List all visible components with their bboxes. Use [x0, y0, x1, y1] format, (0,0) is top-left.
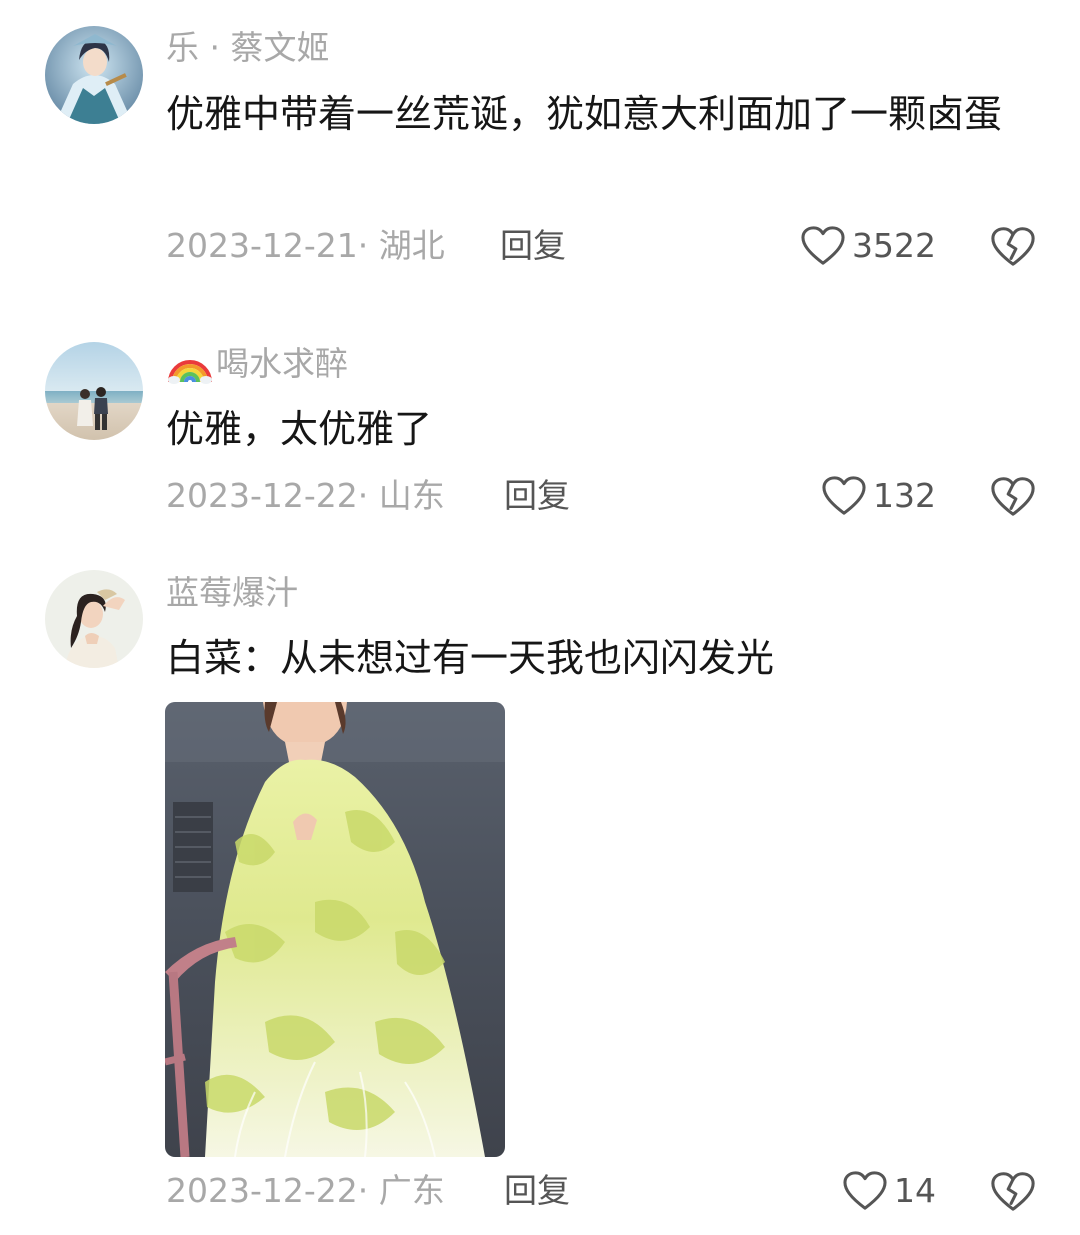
avatar[interactable]: [45, 26, 143, 124]
comment-meta: 2023-12-22· 山东 回复 132: [166, 472, 1036, 520]
username[interactable]: 乐 · 蔡文姬: [166, 28, 329, 68]
comment-text: 优雅中带着一丝荒诞，犹如意大利面加了一颗卤蛋: [166, 92, 1003, 136]
comment-meta: 2023-12-21· 湖北 回复 3522: [166, 222, 1036, 270]
broken-heart-icon[interactable]: [990, 1168, 1036, 1214]
avatar[interactable]: [45, 570, 143, 668]
comment-text: 白菜：从未想过有一天我也闪闪发光: [166, 636, 775, 680]
username-text: 喝水求醉: [216, 344, 348, 383]
username[interactable]: 喝水求醉: [166, 344, 348, 384]
like-count: 14: [894, 1171, 936, 1210]
like-button[interactable]: 3522: [800, 222, 936, 270]
avatar-image: [45, 26, 143, 124]
rainbow-icon: [168, 360, 212, 384]
username[interactable]: 蓝莓爆汁: [166, 573, 298, 613]
avatar-image: [45, 570, 143, 668]
date-location: 2023-12-21· 湖北: [166, 226, 445, 265]
comment-feed: 乐 · 蔡文姬 优雅中带着一丝荒诞，犹如意大利面加了一颗卤蛋 2023-12-2…: [0, 0, 1080, 1235]
heart-outline-icon: [843, 1171, 887, 1210]
reply-button[interactable]: 回复: [504, 1167, 570, 1215]
like-button[interactable]: 132: [821, 472, 936, 520]
comment-image[interactable]: [165, 702, 505, 1157]
like-button[interactable]: 14: [842, 1167, 936, 1215]
heart-outline-icon: [801, 226, 845, 265]
avatar-image: [45, 342, 143, 440]
broken-heart-icon[interactable]: [990, 473, 1036, 519]
date-location: 2023-12-22· 山东: [166, 476, 445, 515]
comment-text: 优雅，太优雅了: [166, 407, 433, 451]
date-location: 2023-12-22· 广东: [166, 1171, 445, 1210]
like-count: 3522: [852, 226, 936, 265]
like-count: 132: [873, 476, 936, 515]
cabbage-dress-photo: [165, 702, 505, 1157]
reply-button[interactable]: 回复: [504, 472, 570, 520]
reply-button[interactable]: 回复: [500, 222, 566, 270]
heart-outline-icon: [822, 476, 866, 515]
broken-heart-icon[interactable]: [990, 223, 1036, 269]
comment-meta: 2023-12-22· 广东 回复 14: [166, 1167, 1036, 1215]
avatar[interactable]: [45, 342, 143, 440]
